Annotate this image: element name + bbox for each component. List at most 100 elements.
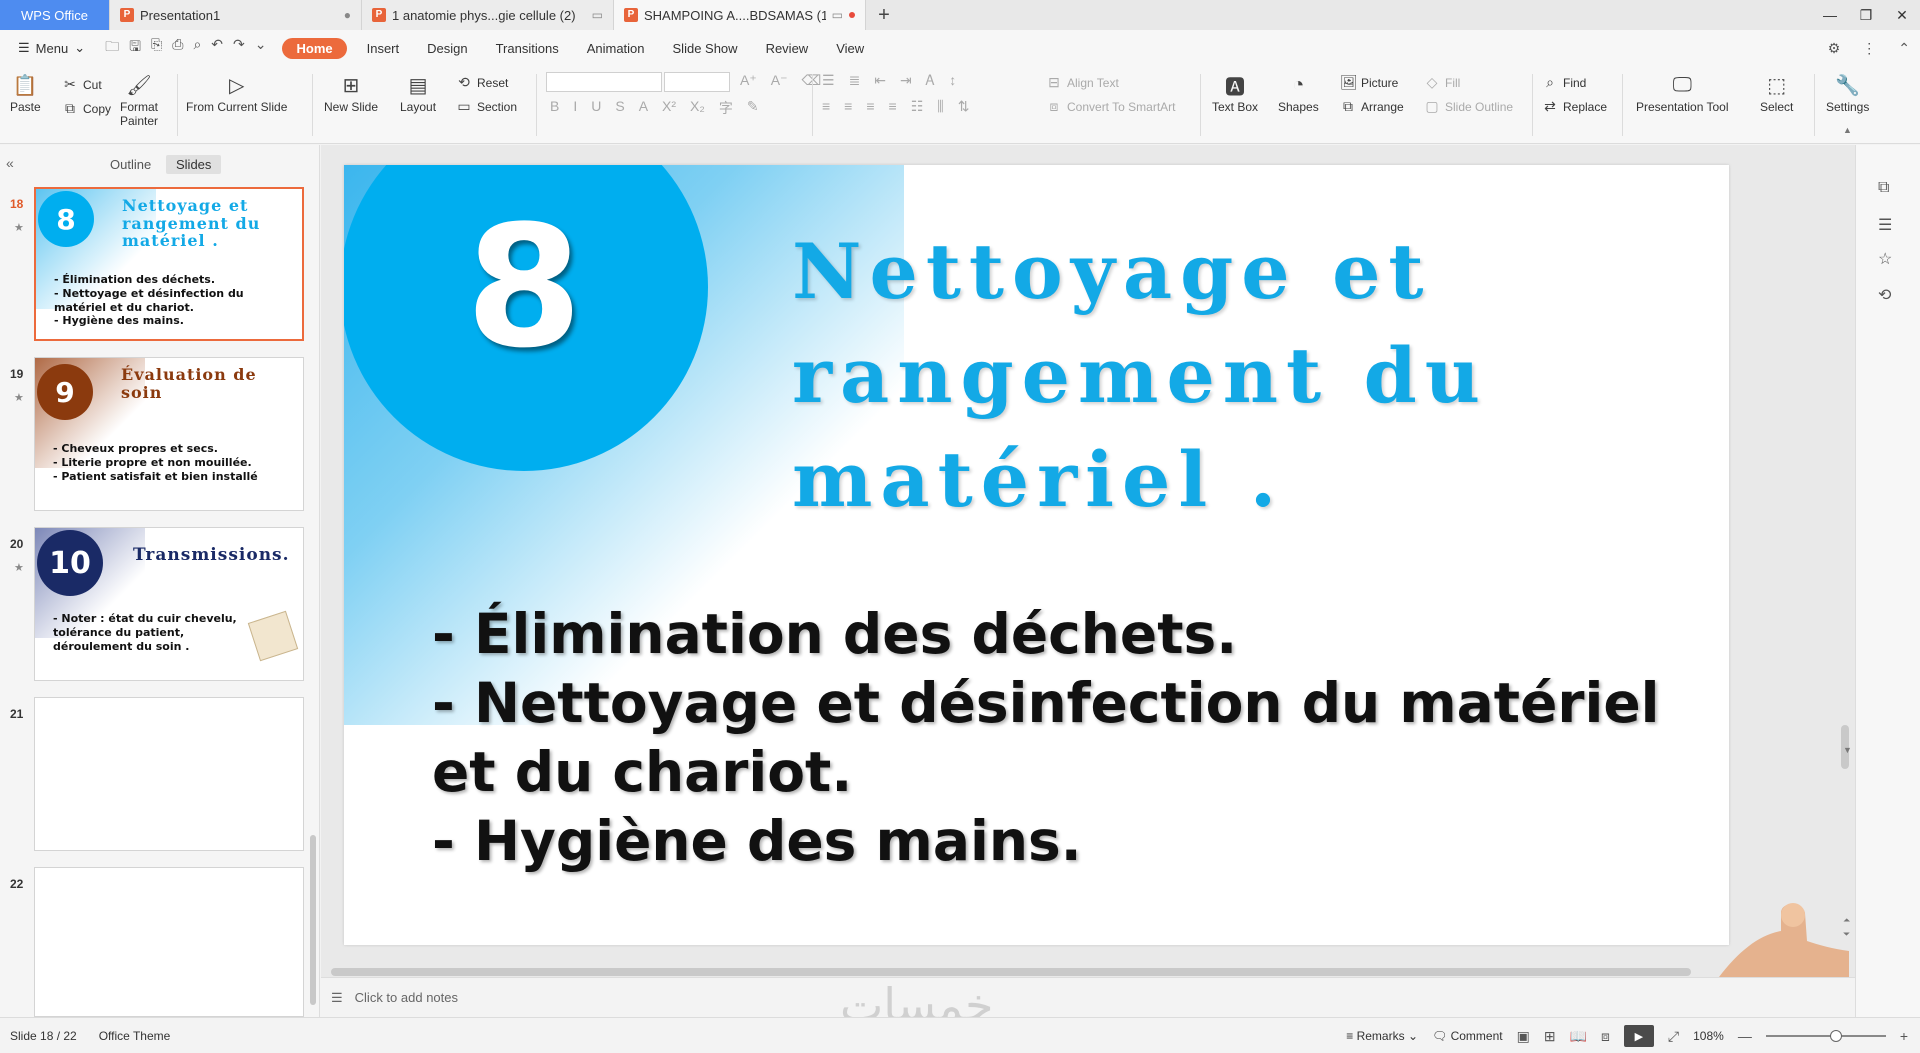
- print-preview-icon[interactable]: ⌕: [193, 36, 201, 60]
- tab-wps-office[interactable]: WPS Office: [0, 0, 110, 30]
- tab-dot-icon[interactable]: ●: [344, 8, 351, 22]
- zoom-in-icon[interactable]: +: [1900, 1028, 1908, 1044]
- normal-view-icon[interactable]: ▣: [1517, 1028, 1530, 1045]
- paragraph-spacing-icon[interactable]: ⇅: [958, 98, 970, 115]
- settings-button[interactable]: 🔧 Settings: [1826, 72, 1869, 115]
- slide-thumbnail-20[interactable]: 10 Transmissions. - Noter : état du cuir…: [34, 527, 304, 681]
- slide-outline-button[interactable]: ▢ Slide Outline: [1424, 98, 1513, 115]
- zoom-slider-knob[interactable]: [1829, 1030, 1842, 1042]
- presentation-tool-button[interactable]: 🖵 Presentation Tool: [1636, 72, 1729, 115]
- layout-button[interactable]: ▤ Layout: [400, 72, 436, 115]
- horizontal-scroll-thumb[interactable]: [331, 968, 1691, 976]
- zoom-level[interactable]: 108%: [1693, 1029, 1724, 1043]
- font-color-icon[interactable]: A: [639, 98, 648, 118]
- tab-slides[interactable]: Slides: [166, 155, 222, 174]
- fit-window-icon[interactable]: ⤢: [1668, 1028, 1679, 1045]
- collapse-ribbon-icon[interactable]: ⌃: [1898, 40, 1910, 57]
- bold-icon[interactable]: B: [550, 98, 559, 118]
- font-size-select[interactable]: [664, 72, 730, 92]
- tab-anatomie[interactable]: P 1 anatomie phys...gie cellule (2) ▭: [362, 0, 614, 30]
- align-text-button[interactable]: ⊟ Align Text: [1046, 74, 1119, 91]
- numbering-icon[interactable]: ≣: [849, 72, 861, 89]
- slide-sorter-icon[interactable]: ⊞: [1544, 1028, 1556, 1045]
- find-button[interactable]: ⌕ Find: [1542, 74, 1586, 91]
- tab-shampoing[interactable]: P SHAMPOING A....BDSAMAS (1) ▭: [614, 0, 866, 30]
- section-button[interactable]: ▭ Section: [456, 98, 517, 115]
- monitor-icon[interactable]: ▭: [832, 8, 843, 22]
- zoom-slider[interactable]: [1765, 1030, 1886, 1042]
- export-pdf-icon[interactable]: ⎘: [151, 36, 162, 60]
- highlight-icon[interactable]: ✎: [747, 98, 759, 118]
- theme-name[interactable]: Office Theme: [99, 1029, 171, 1043]
- monitor-icon[interactable]: ▭: [592, 8, 603, 22]
- convert-smartart-button[interactable]: ⧈ Convert To SmartArt: [1046, 98, 1176, 115]
- underline-icon[interactable]: U: [591, 98, 601, 118]
- settings-gear-icon[interactable]: ⚙: [1828, 40, 1841, 57]
- current-slide[interactable]: 8 Nettoyage et rangement du matériel . -…: [344, 165, 1729, 945]
- restore-icon[interactable]: ❐: [1848, 0, 1884, 30]
- decrease-indent-icon[interactable]: ⇤: [874, 72, 886, 89]
- slide-thumbnail-18[interactable]: 8 Nettoyage et rangement du matériel . -…: [34, 187, 304, 341]
- animation-star-icon[interactable]: ☆: [1878, 249, 1892, 269]
- menu-transitions[interactable]: Transitions: [482, 41, 573, 56]
- menu-animation[interactable]: Animation: [573, 41, 659, 56]
- remarks-button[interactable]: ≡ Remarks ⌄: [1346, 1029, 1418, 1043]
- subscript-icon[interactable]: X₂: [690, 98, 705, 118]
- tab-outline[interactable]: Outline: [100, 155, 161, 174]
- scroll-down-icon[interactable]: ▼: [1843, 745, 1852, 755]
- menu-button[interactable]: ☰ Menu ⌄: [10, 40, 93, 56]
- increase-indent-icon[interactable]: ⇥: [900, 72, 912, 89]
- presenter-view-icon[interactable]: ⧈: [1601, 1028, 1610, 1045]
- save-icon[interactable]: 🖫: [129, 36, 141, 60]
- from-current-slide-button[interactable]: ▷ From Current Slide: [186, 72, 287, 115]
- align-right-icon[interactable]: ≡: [866, 98, 874, 115]
- more-icon[interactable]: ⋮: [1862, 40, 1876, 57]
- superscript-icon[interactable]: X²: [662, 98, 676, 118]
- menu-home[interactable]: Home: [282, 37, 347, 59]
- decrease-font-icon[interactable]: A⁻: [771, 72, 788, 89]
- next-slide-icon[interactable]: ⏷: [1843, 929, 1850, 940]
- tab-presentation1[interactable]: P Presentation1 ●: [110, 0, 362, 30]
- slide-design-icon[interactable]: ⧉: [1878, 179, 1889, 197]
- scroll-up-icon[interactable]: ▲: [1843, 125, 1852, 135]
- reset-button[interactable]: ⟲ Reset: [456, 74, 508, 91]
- align-center-icon[interactable]: ≡: [844, 98, 852, 115]
- notes-placeholder[interactable]: Click to add notes: [355, 990, 458, 1005]
- history-icon[interactable]: ⟲: [1878, 285, 1891, 305]
- comment-button[interactable]: 🗨 Comment: [1432, 1029, 1503, 1043]
- print-icon[interactable]: ⎙: [172, 36, 183, 60]
- menu-review[interactable]: Review: [752, 41, 823, 56]
- menu-view[interactable]: View: [822, 41, 878, 56]
- minimize-icon[interactable]: —: [1812, 0, 1848, 30]
- notes-pane[interactable]: ☰ Click to add notes: [321, 977, 1855, 1017]
- properties-icon[interactable]: ☰: [1878, 215, 1892, 235]
- undo-icon[interactable]: ↶: [211, 36, 223, 60]
- bullets-icon[interactable]: ☰: [822, 72, 835, 89]
- menu-insert[interactable]: Insert: [353, 41, 414, 56]
- select-button[interactable]: ⬚ Select: [1760, 72, 1793, 115]
- horizontal-scrollbar[interactable]: [331, 968, 1841, 976]
- increase-font-icon[interactable]: A⁺: [740, 72, 757, 89]
- distribute-icon[interactable]: ☷: [911, 98, 924, 115]
- open-folder-icon[interactable]: 🗀: [105, 36, 119, 60]
- slide-title[interactable]: Nettoyage et rangement du matériel .: [792, 220, 1722, 532]
- picture-button[interactable]: 🖼 Picture: [1340, 74, 1398, 91]
- phonetic-icon[interactable]: 字: [719, 98, 733, 118]
- close-icon[interactable]: ✕: [1884, 0, 1920, 30]
- italic-icon[interactable]: I: [573, 98, 577, 118]
- slide-body[interactable]: - Élimination des déchets. - Nettoyage e…: [432, 600, 1682, 876]
- copy-button[interactable]: ⧉ Copy: [62, 100, 111, 117]
- strikethrough-icon[interactable]: S: [615, 98, 624, 118]
- menu-slide-show[interactable]: Slide Show: [659, 41, 752, 56]
- text-direction-icon[interactable]: Ꭺ: [926, 72, 935, 89]
- line-spacing-icon[interactable]: ↕: [949, 72, 956, 89]
- panel-scrollbar[interactable]: [310, 835, 316, 1005]
- menu-design[interactable]: Design: [413, 41, 481, 56]
- columns-icon[interactable]: ⫼: [937, 98, 943, 115]
- justify-icon[interactable]: ≡: [889, 98, 897, 115]
- reading-view-icon[interactable]: 📖: [1570, 1028, 1587, 1045]
- paste-button[interactable]: 📋 Paste: [10, 72, 41, 115]
- new-slide-button[interactable]: ⊞ New Slide: [324, 72, 378, 115]
- slide-thumbnail-22[interactable]: [34, 867, 304, 1017]
- collapse-panel-icon[interactable]: «: [6, 155, 14, 171]
